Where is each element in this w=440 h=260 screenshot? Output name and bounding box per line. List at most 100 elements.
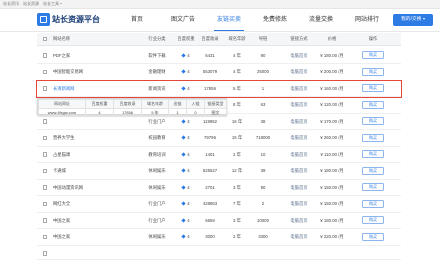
buy-button[interactable]: 购买 — [362, 117, 384, 126]
baidu-weight: 4 — [177, 81, 195, 97]
table-row: 营养大学生 校园教育 79796 15 年 718000 电脑首页 ¥ 260.00 /月 4… — [37, 130, 401, 147]
table-row — [37, 246, 401, 260]
row-checkbox[interactable] — [42, 218, 48, 223]
buy-button[interactable]: 购买 — [362, 67, 384, 76]
row-checkbox[interactable] — [42, 135, 48, 141]
row-checkbox-cell — [42, 213, 48, 229]
category-label: 软件下载 — [148, 52, 166, 58]
buy-button[interactable]: 购买 — [362, 166, 384, 175]
buy-button[interactable]: 购买 — [362, 150, 384, 159]
tooltip-col-link-type: 链接类型 — [204, 99, 227, 109]
site-name-link[interactable]: 卡通城 — [53, 163, 137, 179]
row-checkbox[interactable] — [42, 201, 48, 207]
row-checkbox[interactable] — [42, 69, 48, 75]
site-name-link[interactable]: 占星猫课 — [53, 147, 137, 163]
site-name-link[interactable]: PDF之家 — [53, 48, 137, 64]
baidu-weight-icon — [181, 168, 186, 173]
col-header-action: 操作 — [368, 36, 378, 41]
nav-home[interactable]: 首页 — [114, 9, 160, 31]
domain-age: 2 年 — [233, 151, 241, 157]
site-name-link[interactable]: 中国智能交易网 — [53, 64, 137, 80]
row-checkbox-cell — [42, 147, 48, 163]
site-logo-text[interactable]: 站长资源平台 — [52, 13, 100, 26]
row-checkbox[interactable] — [42, 185, 48, 190]
tooltip-url: www.4fsgw.com — [38, 107, 86, 117]
baidu-weight: 4 — [177, 147, 195, 163]
baidu-weight-icon — [181, 53, 186, 58]
row-checkbox[interactable] — [42, 251, 48, 256]
category-label: 休闲娱乐 — [148, 234, 166, 239]
site-logo-icon[interactable] — [37, 13, 50, 26]
topbar-link-tools[interactable]: 站长工具 — [43, 0, 62, 8]
buy-button[interactable]: 购买 — [362, 133, 384, 142]
site-name-link[interactable]: 中国之家 — [53, 213, 137, 229]
row-checkbox[interactable] — [42, 152, 48, 157]
baidu-weight-value: 4 — [187, 151, 190, 157]
table-body: PDF之家 软件下载 6431 4 年 90 电脑首页 ¥ 180.00 /月 4 购买 中国智能… — [36, 48, 402, 260]
table-header: 网站名称 行业分类 百度权重 百度收录 域名年龄 导链 链接方式 价格 操作 — [37, 33, 401, 46]
category-label: 行业门户 — [148, 217, 166, 223]
action-cell: 购买 — [360, 97, 386, 113]
account-exchange-button[interactable]: 我的/交换 — [393, 14, 433, 26]
nav-link-trade[interactable]: 友链买卖 — [206, 9, 252, 31]
topbar-link-resources[interactable]: 站长资源 — [23, 0, 39, 8]
domain-age: 8 年 — [233, 102, 241, 107]
row-checkbox[interactable] — [42, 53, 48, 58]
buy-button[interactable]: 购买 — [362, 199, 384, 208]
row-checkbox-cell — [42, 163, 48, 179]
action-cell: 购买 — [360, 196, 386, 212]
price-label: ¥ 160.00 /月 — [320, 85, 344, 91]
action-cell: 购买 — [360, 163, 386, 179]
baidu-weight: 4 — [177, 130, 195, 146]
nav-traffic-exchange[interactable]: 流量交换 — [298, 9, 344, 31]
chevron-down-icon — [423, 17, 426, 20]
buy-button[interactable]: 购买 — [362, 84, 384, 93]
site-name-link[interactable]: 网红大全 — [53, 196, 137, 212]
col-header-category: 行业分类 — [148, 36, 166, 41]
topbar-link-tools-label: 站长工具 — [43, 1, 59, 6]
select-all-checkbox[interactable] — [42, 36, 48, 42]
site-name-link[interactable]: 营养大学生 — [53, 130, 137, 146]
tooltip-index: 17856 — [113, 107, 142, 117]
tooltip-col-age: 域名年龄 — [141, 99, 169, 109]
price-label: ¥ 170.00 /月 — [320, 118, 344, 124]
site-name-link[interactable]: 中国动漫资讯网 — [53, 180, 137, 196]
baidu-weight-icon — [181, 234, 186, 239]
buy-button[interactable]: 购买 — [362, 100, 384, 109]
category-label: 休闲娱乐 — [148, 184, 166, 190]
main-nav: 首页 图文广告 友链买卖 免费修炼 流量交换 网站排行 — [114, 9, 390, 31]
col-header-baidu-weight: 百度权重 — [177, 36, 195, 41]
baidu-weight: 4 — [177, 163, 195, 179]
row-checkbox-cell — [42, 229, 48, 245]
table-row: PDF之家 软件下载 6431 4 年 90 电脑首页 ¥ 180.00 /月 4 购买 — [37, 48, 401, 64]
buy-button[interactable]: 购买 — [362, 183, 384, 192]
category-label: 新闻资讯 — [148, 85, 166, 91]
price-label: ¥ 150.00 /月 — [320, 201, 344, 206]
buy-button[interactable]: 购买 — [362, 232, 384, 241]
domain-age: 4 年 — [233, 69, 241, 74]
nav-site-ranking[interactable]: 网站排行 — [344, 9, 390, 31]
row-checkbox-cell — [42, 246, 48, 259]
row-checkbox[interactable] — [42, 119, 48, 124]
buy-button[interactable]: 购买 — [362, 216, 384, 225]
tooltip-outlinks: 1 — [168, 107, 187, 117]
buy-button[interactable]: 购买 — [362, 51, 384, 60]
col-header-site-name: 网站名称 — [53, 36, 71, 41]
nav-free-practice[interactable]: 免费修炼 — [252, 9, 298, 31]
site-name-link[interactable]: 长清新闻网 — [53, 81, 137, 97]
row-checkbox-cell — [42, 130, 48, 146]
nav-image-ads[interactable]: 图文广告 — [160, 9, 206, 31]
row-checkbox[interactable] — [42, 86, 48, 91]
link-count: 25000 — [257, 69, 269, 74]
table-row: 中国之家 休闲娱乐 3000 2 年 3300 电脑首页 ¥ 220.00 /月 4 购买 — [37, 229, 401, 246]
baidu-index-count: 553079 — [202, 69, 218, 74]
price-label: ¥ 200.00 /月 — [320, 69, 344, 74]
row-checkbox[interactable] — [42, 168, 48, 174]
baidu-index-count: 3000 — [205, 234, 215, 239]
domain-age: 5 年 — [233, 85, 241, 91]
site-header: 站长资源平台 首页 图文广告 友链买卖 免费修炼 流量交换 网站排行 我的/交换 — [0, 9, 440, 32]
row-checkbox[interactable] — [42, 234, 48, 240]
topbar-link-news[interactable]: 站长资讯 — [3, 0, 19, 8]
price-label: ¥ 220.00 /月 — [320, 234, 344, 239]
site-name-link[interactable]: 中国之家 — [53, 229, 137, 245]
